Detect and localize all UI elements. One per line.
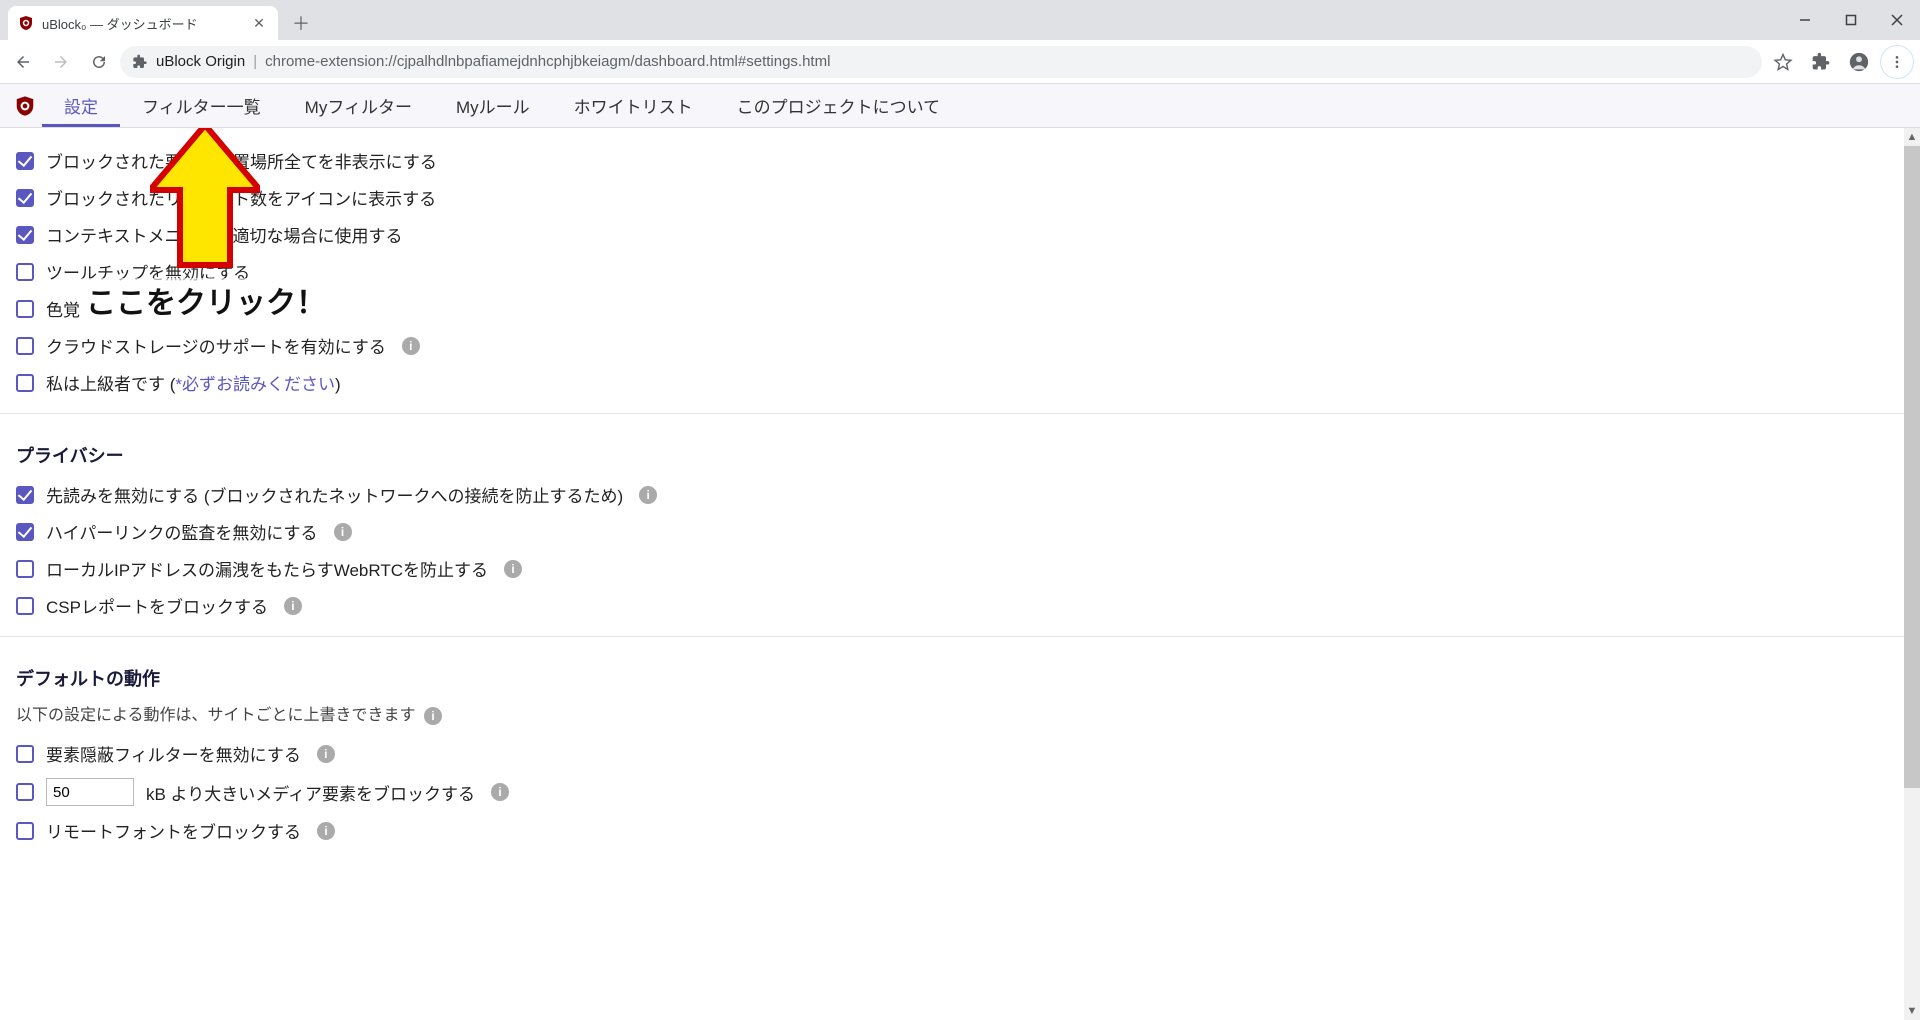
scroll-thumb[interactable]	[1904, 146, 1920, 788]
info-icon[interactable]: i	[402, 337, 420, 355]
setting-collapse-blocked: ブロックされた要素の設置場所全てを非表示にする	[0, 142, 1920, 179]
checkbox[interactable]	[16, 300, 34, 318]
setting-label: リモートフォントをブロックする	[46, 818, 301, 843]
default-block-large-media: kB より大きいメディア要素をブロックする i	[0, 772, 1920, 812]
setting-label: ブロックされた要素の設置場所全てを非表示にする	[46, 148, 437, 173]
setting-cloud-storage: クラウドストレージのサポートを有効にする i	[0, 327, 1920, 364]
tab-filter-lists[interactable]: フィルター一覧	[120, 84, 283, 127]
large-media-size-input[interactable]	[46, 778, 134, 806]
divider	[0, 413, 1920, 414]
browser-toolbar: uBlock Origin | chrome-extension://cjpal…	[0, 40, 1920, 84]
close-tab-icon[interactable]: ✕	[250, 15, 268, 32]
privacy-disable-hyperlink-auditing: ハイパーリンクの監査を無効にする i	[0, 513, 1920, 550]
tab-settings[interactable]: 設定	[42, 84, 120, 127]
maximize-button[interactable]	[1828, 0, 1874, 40]
info-icon[interactable]: i	[639, 486, 657, 504]
browser-tab-title: uBlock₀ — ダッシュボード	[42, 14, 242, 33]
setting-label: CSPレポートをブロックする	[46, 593, 268, 618]
checkbox[interactable]	[16, 597, 34, 615]
checkbox[interactable]	[16, 226, 34, 244]
defaults-subtext: 以下の設定による動作は、サイトごとに上書きできます i	[0, 699, 1920, 735]
browser-tab[interactable]: uBlock₀ — ダッシュボード ✕	[8, 6, 278, 40]
privacy-webrtc: ローカルIPアドレスの漏洩をもたらすWebRTCを防止する i	[0, 550, 1920, 587]
back-button[interactable]	[6, 45, 40, 79]
tab-whitelist[interactable]: ホワイトリスト	[552, 84, 715, 127]
setting-show-count-icon: ブロックされたリクエスト数をアイコンに表示する	[0, 179, 1920, 216]
reload-button[interactable]	[82, 45, 116, 79]
info-icon[interactable]: i	[317, 745, 335, 763]
checkbox[interactable]	[16, 822, 34, 840]
tab-my-filters[interactable]: Myフィルター	[283, 84, 434, 127]
info-icon[interactable]: i	[334, 523, 352, 541]
info-icon[interactable]: i	[424, 707, 442, 725]
tab-my-rules[interactable]: Myルール	[434, 84, 552, 127]
settings-panel: ブロックされた要素の設置場所全てを非表示にする ブロックされたリクエスト数をアイ…	[0, 128, 1920, 1020]
close-window-button[interactable]	[1874, 0, 1920, 40]
privacy-disable-prefetch: 先読みを無効にする (ブロックされたネットワークへの接続を防止するため) i	[0, 476, 1920, 513]
browser-tabstrip: uBlock₀ — ダッシュボード ✕ ＋	[0, 0, 1920, 40]
bookmark-star-icon[interactable]	[1766, 45, 1800, 79]
setting-label: 要素隠蔽フィルターを無効にする	[46, 741, 301, 766]
forward-button[interactable]	[44, 45, 78, 79]
defaults-heading: デフォルトの動作	[0, 649, 1920, 699]
checkbox[interactable]	[16, 783, 34, 801]
setting-context-menu: コンテキストメニューを適切な場合に使用する	[0, 216, 1920, 253]
extension-icon	[132, 54, 148, 70]
checkbox[interactable]	[16, 560, 34, 578]
checkbox[interactable]	[16, 337, 34, 355]
setting-label: ハイパーリンクの監査を無効にする	[46, 519, 318, 544]
window-controls	[1782, 0, 1920, 40]
scrollbar[interactable]: ▲ ▼	[1904, 128, 1920, 1020]
ublock-logo-icon	[8, 84, 42, 127]
extensions-icon[interactable]	[1804, 45, 1838, 79]
scroll-down-icon[interactable]: ▼	[1904, 1002, 1920, 1020]
setting-label: コンテキストメニューを適切な場合に使用する	[46, 222, 403, 247]
info-icon[interactable]: i	[284, 597, 302, 615]
checkbox[interactable]	[16, 374, 34, 392]
setting-label: ローカルIPアドレスの漏洩をもたらすWebRTCを防止する	[46, 556, 488, 581]
setting-label: 先読みを無効にする (ブロックされたネットワークへの接続を防止するため)	[46, 482, 623, 507]
setting-label: クラウドストレージのサポートを有効にする	[46, 333, 386, 358]
dashboard-tabs: 設定 フィルター一覧 Myフィルター Myルール ホワイトリスト このプロジェク…	[0, 84, 1920, 128]
tab-about[interactable]: このプロジェクトについて	[715, 84, 963, 127]
default-block-remote-fonts: リモートフォントをブロックする i	[0, 812, 1920, 849]
setting-advanced-user: 私は上級者です (*必ずお読みください)	[0, 364, 1920, 401]
setting-label: kB より大きいメディア要素をブロックする	[146, 780, 475, 805]
default-disable-cosmetic: 要素隠蔽フィルターを無効にする i	[0, 735, 1920, 772]
annotation-text: ここをクリック！	[82, 278, 330, 322]
address-origin: uBlock Origin	[156, 53, 245, 70]
checkbox[interactable]	[16, 745, 34, 763]
privacy-block-csp: CSPレポートをブロックする i	[0, 587, 1920, 624]
profile-icon[interactable]	[1842, 45, 1876, 79]
checkbox[interactable]	[16, 189, 34, 207]
minimize-button[interactable]	[1782, 0, 1828, 40]
privacy-heading: プライバシー	[0, 426, 1920, 476]
scroll-up-icon[interactable]: ▲	[1904, 128, 1920, 146]
divider	[0, 636, 1920, 637]
info-icon[interactable]: i	[491, 783, 509, 801]
checkbox[interactable]	[16, 486, 34, 504]
new-tab-button[interactable]: ＋	[286, 8, 316, 38]
chrome-menu-icon[interactable]	[1880, 45, 1914, 79]
address-bar[interactable]: uBlock Origin | chrome-extension://cjpal…	[120, 46, 1762, 78]
required-reading-link[interactable]: *必ずお読みください	[175, 375, 335, 394]
setting-label: ブロックされたリクエスト数をアイコンに表示する	[46, 185, 436, 210]
checkbox[interactable]	[16, 152, 34, 170]
setting-label: 色覚	[46, 296, 80, 321]
checkbox[interactable]	[16, 523, 34, 541]
checkbox[interactable]	[16, 263, 34, 281]
info-icon[interactable]: i	[317, 822, 335, 840]
ublock-favicon	[18, 15, 34, 31]
info-icon[interactable]: i	[504, 560, 522, 578]
address-path: chrome-extension://cjpalhdlnbpafiamejdnh…	[265, 53, 830, 70]
